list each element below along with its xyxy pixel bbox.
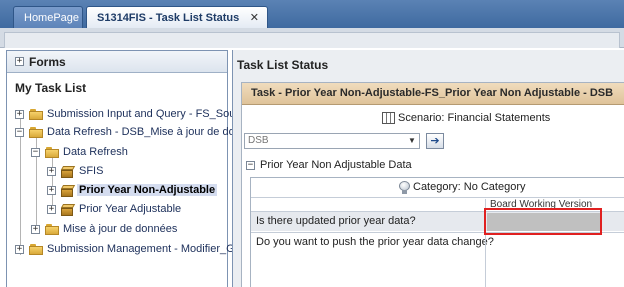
cube-icon	[60, 204, 76, 216]
question-column-header	[251, 199, 485, 211]
chevron-down-icon[interactable]: ▼	[406, 135, 418, 147]
panel-title: Task List Status	[237, 58, 329, 72]
highlight-box	[484, 208, 602, 235]
close-icon[interactable]: ✕	[250, 7, 259, 29]
tab-homepage[interactable]: HomePage	[13, 6, 83, 28]
folder-icon	[29, 244, 43, 255]
task-header: Task - Prior Year Non-Adjustable-FS_Prio…	[242, 83, 624, 105]
tree-node-label: SFIS	[79, 165, 104, 177]
forms-title: Forms	[29, 55, 66, 69]
grid-icon	[382, 112, 395, 124]
table-row: Do you want to push the prior year data …	[251, 232, 624, 253]
expand-icon[interactable]: +	[15, 110, 24, 119]
expand-icon[interactable]: +	[15, 57, 24, 66]
expand-icon[interactable]: +	[47, 167, 56, 176]
folder-icon	[45, 147, 59, 158]
grid-divider	[485, 253, 486, 287]
folder-icon	[29, 127, 43, 138]
expand-icon[interactable]: +	[31, 225, 40, 234]
tab-homepage-label: HomePage	[24, 12, 80, 24]
grid-empty-area	[251, 253, 624, 287]
my-task-list-title: My Task List	[15, 81, 87, 95]
tab-task-list-status[interactable]: S1314FIS - Task List Status ✕	[86, 6, 268, 28]
top-tab-bar: HomePage S1314FIS - Task List Status ✕	[0, 0, 624, 28]
task-header-label: Task - Prior Year Non-Adjustable-FS_Prio…	[251, 87, 614, 99]
right-panel: Task List Status Task - Prior Year Non-A…	[232, 50, 624, 287]
cube-icon	[60, 166, 76, 178]
tree-node-label: Submission Management - Modifier_Gest	[47, 243, 250, 255]
tree-node-label: Submission Input and Query - FS_Soumi	[47, 108, 247, 120]
collapse-icon[interactable]: −	[31, 148, 40, 157]
expand-icon[interactable]: +	[47, 205, 56, 214]
data-grid: Category: No Category Board Working Vers…	[250, 177, 624, 287]
lightbulb-icon	[399, 181, 410, 195]
tree-node-label: Data Refresh - DSB_Mise à jour de donn	[47, 126, 247, 138]
collapse-icon[interactable]: −	[246, 161, 255, 170]
tree-node-label: Prior Year Non-Adjustable	[77, 184, 218, 196]
category-row: Category: No Category	[251, 178, 624, 198]
cube-icon	[60, 185, 76, 197]
task-box: Task - Prior Year Non-Adjustable-FS_Prio…	[241, 82, 624, 287]
collapse-icon[interactable]: −	[15, 128, 24, 137]
section-label: Prior Year Non Adjustable Data	[260, 159, 412, 171]
pov-select[interactable]: DSB ▼	[244, 133, 420, 149]
pov-select-value: DSB	[248, 135, 269, 146]
expand-icon[interactable]: +	[15, 245, 24, 254]
toolbar-strip-inner	[4, 32, 620, 48]
folder-icon	[29, 109, 43, 120]
left-panel: + Forms My Task List + Submission Input …	[6, 50, 249, 287]
go-button[interactable]: ➔	[426, 133, 444, 149]
question-label: Do you want to push the prior year data …	[256, 236, 494, 248]
tree-node-label: Data Refresh	[63, 146, 128, 158]
question-label: Is there updated prior year data?	[256, 215, 416, 227]
tree-node-label: Prior Year Adjustable	[79, 203, 182, 215]
answer-cell[interactable]	[485, 233, 624, 253]
tree-node-label: Mise à jour de données	[63, 223, 178, 235]
expand-icon[interactable]: +	[47, 186, 56, 195]
category-label: Category: No Category	[413, 181, 526, 193]
tab-task-list-status-label: S1314FIS - Task List Status	[97, 12, 240, 24]
folder-icon	[45, 224, 59, 235]
toolbar-strip	[0, 28, 624, 48]
forms-header[interactable]: + Forms	[7, 51, 227, 73]
scenario-label: Scenario: Financial Statements	[398, 112, 551, 124]
tree-connector	[52, 155, 53, 211]
